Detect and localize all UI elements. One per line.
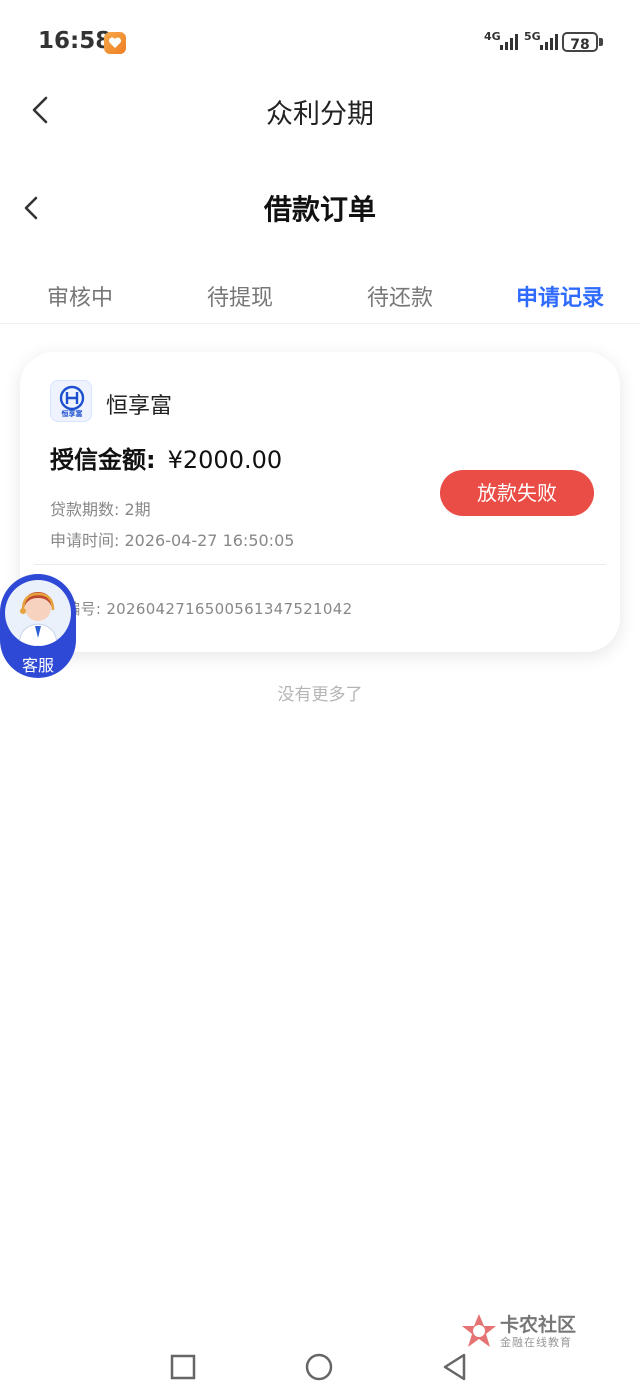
apply-time-label: 申请时间: [50, 531, 120, 550]
amount-label: 授信金额: [50, 446, 156, 474]
battery-icon: 78 [562, 32, 598, 53]
credit-amount: 授信金额: ¥2000.00 [50, 440, 282, 475]
home-icon[interactable] [302, 1350, 336, 1384]
apply-time: 申请时间: 2026-04-27 16:50:05 [50, 527, 294, 551]
signal-4g-label: 4G [484, 30, 501, 43]
app-notification-icon [104, 32, 126, 54]
loan-periods: 贷款期数: 2期 [50, 496, 151, 520]
customer-service-button[interactable]: 客服 [0, 574, 76, 678]
brand-logo: 恒享富 [50, 380, 92, 422]
watermark-title: 卡农社区 [500, 1314, 577, 1336]
tab-under-review[interactable]: 审核中 [0, 280, 160, 312]
recent-apps-icon[interactable] [166, 1350, 200, 1384]
amount-value: ¥2000.00 [167, 446, 283, 474]
app-header: 众利分期 [0, 86, 640, 146]
app-title: 众利分期 [266, 99, 374, 130]
back-triangle-icon[interactable] [438, 1350, 472, 1384]
brand-name: 恒享富 [106, 394, 173, 419]
customer-service-avatar-icon [5, 580, 71, 646]
system-nav-bar [0, 1336, 640, 1400]
customer-service-label: 客服 [21, 656, 54, 675]
tab-application-records[interactable]: 申请记录 [480, 280, 640, 312]
apply-time-value: 2026-04-27 16:50:05 [124, 531, 295, 550]
battery-tip [599, 38, 603, 46]
order-number: 单编号: 20260427165005613475210​42 [50, 598, 352, 619]
order-card[interactable]: 恒享富 恒享富 授信金额: ¥2000.00 贷款期数: 2期 申请时间: 202… [20, 352, 620, 652]
battery-level: 78 [570, 37, 590, 53]
page-title: 借款订单 [263, 193, 376, 226]
order-tabs: 审核中 待提现 待还款 申请记录 [0, 272, 640, 324]
tab-pending-repayment[interactable]: 待还款 [320, 280, 480, 312]
status-time: 16:58 [38, 28, 112, 54]
periods-label: 贷款期数: [50, 500, 120, 519]
brand-logo-text: 恒享富 [61, 410, 83, 418]
order-no-value: 20260427165005613475210​42 [106, 600, 353, 618]
status-bar: 16:58 4G 5G 78 [0, 0, 640, 86]
loan-failed-status-button[interactable]: 放款失败 [440, 470, 594, 516]
tab-pending-withdrawal[interactable]: 待提现 [160, 280, 320, 312]
periods-value: 2期 [124, 500, 151, 519]
divider [34, 564, 606, 565]
page-header: 借款订单 [0, 180, 640, 240]
signal-5g-label: 5G [524, 30, 541, 43]
list-end-text: 没有更多了 [277, 685, 363, 705]
